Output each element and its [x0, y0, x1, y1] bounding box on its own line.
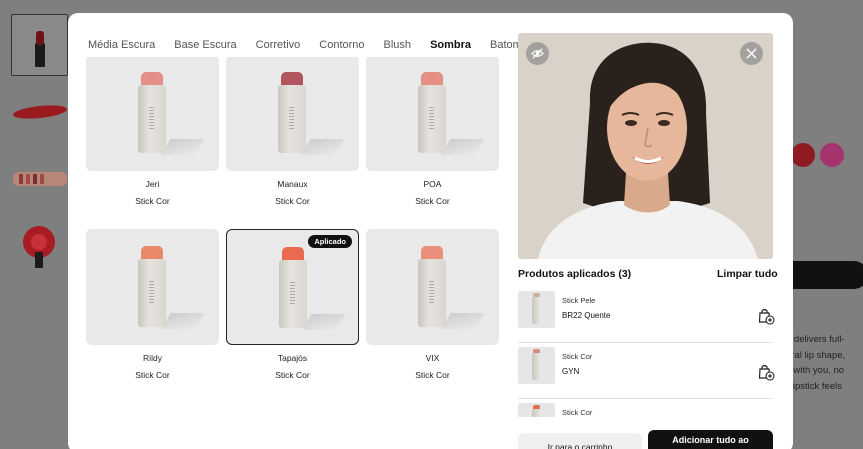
- thumb-lipstick[interactable]: [11, 14, 68, 76]
- product-type: Stick Cor: [275, 196, 310, 206]
- tab-corretivo[interactable]: Corretivo: [256, 39, 301, 59]
- applied-product-thumb: [518, 403, 555, 417]
- tryon-photo: [518, 33, 773, 259]
- product-card[interactable]: Manaux Stick Cor: [226, 57, 359, 206]
- category-tabs: Média Escura Base Escura Corretivo Conto…: [88, 39, 541, 59]
- clear-all-button[interactable]: Limpar tudo: [717, 268, 778, 280]
- applied-product-line: Stick Cor: [562, 352, 593, 361]
- product-name: Tapajós: [277, 353, 308, 363]
- product-type: Stick Cor: [275, 370, 310, 380]
- tab-contorno[interactable]: Contorno: [319, 39, 364, 59]
- product-name: Rildy: [143, 353, 162, 363]
- applied-product-shade: GYN: [562, 367, 580, 376]
- applied-product-line: Stick Pele: [562, 296, 596, 305]
- product-card[interactable]: Rildy Stick Cor: [86, 229, 219, 380]
- bag-plus-icon[interactable]: [757, 307, 775, 325]
- product-image: [86, 57, 219, 171]
- product-type: Stick Cor: [135, 370, 170, 380]
- thumb-lip-swatch[interactable]: [11, 82, 68, 144]
- close-icon[interactable]: [740, 42, 763, 65]
- applied-product-thumb: [518, 291, 555, 328]
- product-image: [366, 57, 499, 171]
- model-portrait: [518, 33, 773, 259]
- applied-product-thumb: [518, 347, 555, 384]
- product-card[interactable]: POA Stick Cor: [366, 57, 499, 206]
- thumb-arm-swatches[interactable]: [11, 150, 68, 212]
- applied-badge: Aplicado: [308, 235, 352, 248]
- bag-plus-icon[interactable]: [757, 363, 775, 381]
- applied-product-item: Stick Pele BR22 Quente: [518, 287, 775, 343]
- product-image: [366, 229, 499, 345]
- product-type: Stick Cor: [415, 370, 450, 380]
- product-grid: Jeri Stick Cor Manaux Stick Cor POA Stic…: [86, 57, 502, 449]
- tab-base-escura[interactable]: Base Escura: [174, 39, 236, 59]
- tab-blush[interactable]: Blush: [384, 39, 412, 59]
- applied-products-list: Stick Pele BR22 Quente Stick Cor GYN Sti…: [518, 287, 776, 417]
- product-name: Manaux: [277, 179, 308, 189]
- add-all-button[interactable]: Adicionar tudo ao: [648, 430, 773, 449]
- product-image: [226, 57, 359, 171]
- product-type: Stick Cor: [415, 196, 450, 206]
- applied-product-line: Stick Cor: [562, 408, 593, 417]
- virtual-tryon-modal: Média Escura Base Escura Corretivo Conto…: [68, 13, 793, 449]
- applied-product-item: Stick Cor: [518, 399, 773, 417]
- thumb-flower[interactable]: [11, 214, 68, 276]
- product-card[interactable]: Jeri Stick Cor: [86, 57, 219, 206]
- product-name: Jeri: [145, 179, 160, 189]
- applied-products-title: Produtos aplicados (3): [518, 268, 632, 280]
- product-card[interactable]: VIX Stick Cor: [366, 229, 499, 380]
- applied-product-shade: BR22 Quente: [562, 311, 611, 320]
- product-image: Aplicado: [226, 229, 359, 345]
- product-name: VIX: [425, 353, 440, 363]
- applied-product-item: Stick Cor GYN: [518, 343, 775, 399]
- tab-sombra[interactable]: Sombra: [430, 39, 471, 59]
- eye-off-icon[interactable]: [526, 42, 549, 65]
- tab-media-escura[interactable]: Média Escura: [88, 39, 155, 59]
- swatch-plum[interactable]: [820, 143, 844, 167]
- product-name: POA: [423, 179, 442, 189]
- swatch-red[interactable]: [791, 143, 815, 167]
- product-type: Stick Cor: [135, 196, 170, 206]
- product-image: [86, 229, 219, 345]
- go-to-cart-button[interactable]: Ir para o carrinho: [518, 433, 642, 449]
- background-description: e delivers full- ural lip shape, s with …: [786, 334, 846, 392]
- product-card-selected[interactable]: Aplicado Tapajós Stick Cor: [226, 229, 359, 380]
